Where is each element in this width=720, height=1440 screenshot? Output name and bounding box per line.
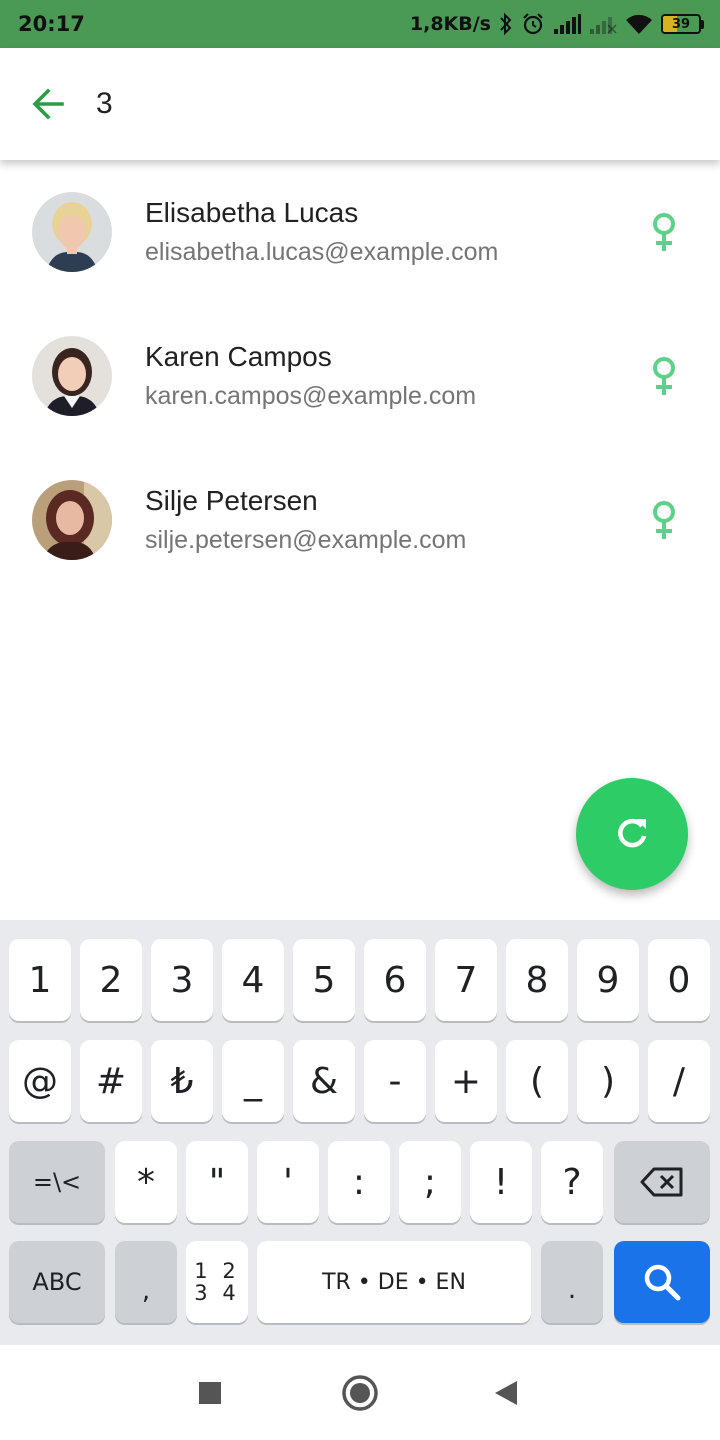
user-name: Silje Petersen bbox=[145, 485, 318, 516]
key-2[interactable]: 2 bbox=[80, 939, 142, 1021]
user-text: Karen Campos karen.campos@example.com bbox=[145, 339, 476, 413]
user-text: Silje Petersen silje.petersen@example.co… bbox=[145, 483, 466, 557]
user-text: Elisabetha Lucas elisabetha.lucas@exampl… bbox=[145, 195, 498, 269]
key-ampersand[interactable]: & bbox=[293, 1040, 355, 1122]
user-email: silje.petersen@example.com bbox=[145, 526, 467, 554]
signal-icon bbox=[554, 14, 581, 34]
key-question[interactable]: ? bbox=[541, 1141, 603, 1223]
key-9[interactable]: 9 bbox=[577, 939, 639, 1021]
status-icons: 1,8KB/s 39 bbox=[410, 12, 704, 36]
search-app-bar bbox=[0, 48, 720, 160]
key-slash[interactable]: / bbox=[648, 1040, 710, 1122]
refresh-button[interactable] bbox=[576, 778, 688, 890]
key-minus[interactable]: - bbox=[364, 1040, 426, 1122]
key-underscore[interactable]: _ bbox=[222, 1040, 284, 1122]
status-bar: 20:17 1,8KB/s 39 bbox=[0, 0, 720, 48]
keyboard: 1 2 3 4 5 6 7 8 9 0 @ # ₺ _ & - + ( ) / … bbox=[0, 920, 720, 1344]
key-0[interactable]: 0 bbox=[648, 939, 710, 1021]
key-exclamation[interactable]: ! bbox=[470, 1141, 532, 1223]
status-time: 20:17 bbox=[18, 12, 85, 36]
backspace-icon bbox=[640, 1167, 683, 1197]
bluetooth-icon bbox=[500, 12, 512, 36]
key-semicolon[interactable]: ; bbox=[399, 1141, 461, 1223]
key-colon[interactable]: : bbox=[328, 1141, 390, 1223]
alarm-icon bbox=[523, 13, 543, 35]
battery-icon: 39 bbox=[661, 14, 704, 34]
avatar bbox=[32, 192, 112, 272]
list-item[interactable]: Karen Campos karen.campos@example.com bbox=[0, 304, 720, 448]
key-7[interactable]: 7 bbox=[435, 939, 497, 1021]
period-key[interactable]: . bbox=[541, 1241, 603, 1323]
key-6[interactable]: 6 bbox=[364, 939, 426, 1021]
space-key[interactable]: TR • DE • EN bbox=[257, 1241, 531, 1323]
abc-key[interactable]: ABC bbox=[9, 1241, 105, 1323]
search-input[interactable] bbox=[96, 74, 676, 134]
key-lira[interactable]: ₺ bbox=[151, 1040, 213, 1122]
wifi-icon bbox=[626, 14, 652, 34]
backspace-key[interactable] bbox=[614, 1141, 710, 1223]
key-at[interactable]: @ bbox=[9, 1040, 71, 1122]
key-asterisk[interactable]: * bbox=[115, 1141, 177, 1223]
key-open-paren[interactable]: ( bbox=[506, 1040, 568, 1122]
key-close-paren[interactable]: ) bbox=[577, 1040, 639, 1122]
key-8[interactable]: 8 bbox=[506, 939, 568, 1021]
list-item[interactable]: Silje Petersen silje.petersen@example.co… bbox=[0, 448, 720, 592]
comma-key[interactable]: , bbox=[115, 1241, 177, 1323]
key-plus[interactable]: + bbox=[435, 1040, 497, 1122]
back-nav-button[interactable] bbox=[484, 1371, 528, 1415]
female-icon bbox=[653, 501, 675, 539]
symbols-switch-key[interactable]: =\< bbox=[9, 1141, 105, 1223]
user-email: karen.campos@example.com bbox=[145, 382, 477, 410]
search-key[interactable] bbox=[614, 1241, 710, 1323]
recents-button[interactable] bbox=[188, 1371, 232, 1415]
numpad-key-top: 1 2 bbox=[194, 1259, 240, 1283]
search-icon bbox=[644, 1264, 681, 1301]
key-3[interactable]: 3 bbox=[151, 939, 213, 1021]
user-list: Elisabetha Lucas elisabetha.lucas@exampl… bbox=[0, 160, 720, 592]
network-speed: 1,8KB/s bbox=[409, 13, 491, 35]
navigation-bar bbox=[0, 1344, 720, 1440]
back-button[interactable] bbox=[0, 48, 96, 160]
refresh-icon bbox=[618, 818, 647, 848]
avatar bbox=[32, 336, 112, 416]
user-name: Karen Campos bbox=[145, 341, 332, 372]
female-icon bbox=[653, 213, 675, 251]
avatar bbox=[32, 480, 112, 560]
square-icon bbox=[199, 1382, 221, 1404]
signal-weak-icon bbox=[590, 17, 617, 34]
key-apostrophe[interactable]: ' bbox=[257, 1141, 319, 1223]
circle-icon bbox=[342, 1375, 378, 1411]
key-5[interactable]: 5 bbox=[293, 939, 355, 1021]
key-4[interactable]: 4 bbox=[222, 939, 284, 1021]
home-button[interactable] bbox=[338, 1371, 382, 1415]
numpad-key-bottom: 3 4 bbox=[194, 1281, 240, 1305]
arrow-back-icon bbox=[32, 88, 64, 120]
numpad-key[interactable]: 1 2 3 4 bbox=[186, 1241, 248, 1323]
key-hash[interactable]: # bbox=[80, 1040, 142, 1122]
key-1[interactable]: 1 bbox=[9, 939, 71, 1021]
triangle-back-icon bbox=[495, 1381, 517, 1405]
female-icon bbox=[653, 357, 675, 395]
user-name: Elisabetha Lucas bbox=[145, 197, 359, 228]
list-item[interactable]: Elisabetha Lucas elisabetha.lucas@exampl… bbox=[0, 160, 720, 304]
user-email: elisabetha.lucas@example.com bbox=[145, 238, 499, 266]
key-double-quote[interactable]: " bbox=[186, 1141, 248, 1223]
battery-level: 39 bbox=[671, 16, 691, 32]
